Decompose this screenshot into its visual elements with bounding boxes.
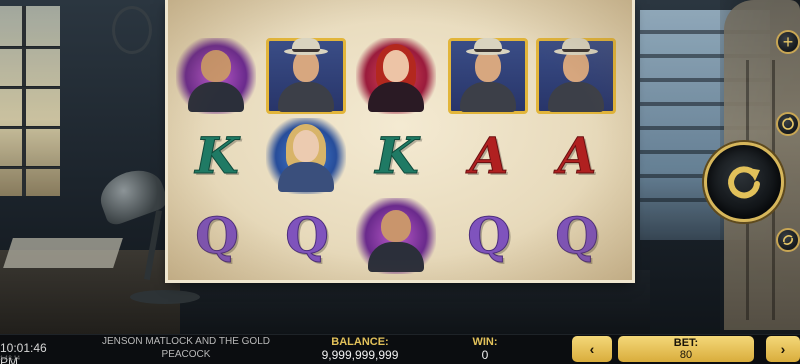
game-title: JENSON MATLOCK AND THE GOLD PEACOCK: [102, 336, 270, 360]
redhead-portrait: [354, 36, 438, 116]
autoplay-icon: [782, 117, 794, 130]
bet-display: BET: 80: [618, 336, 754, 362]
version-label: 1.18.14: [0, 356, 21, 362]
autoplay-button[interactable]: [776, 112, 800, 136]
symbol-letter-q: Q: [467, 206, 512, 265]
villain-portrait: [354, 196, 438, 276]
symbol-letter-q: Q: [555, 206, 600, 265]
symbol-letter-q: Q: [285, 206, 330, 265]
win-value: 0: [481, 348, 489, 362]
symbol-letter-a: A: [469, 126, 509, 185]
reel-symbol-villain: [352, 194, 440, 278]
plus-button[interactable]: +: [776, 30, 800, 54]
reel-symbol-a: A: [532, 114, 620, 198]
office-window: [0, 6, 60, 196]
bet-decrease-button[interactable]: ‹: [572, 336, 612, 362]
villain-portrait: [174, 36, 258, 116]
bet-label: BET:: [673, 337, 699, 349]
turbo-button[interactable]: [776, 228, 800, 252]
reel-symbol-a: A: [444, 114, 532, 198]
reel-symbol-villain: [172, 34, 260, 118]
blonde-portrait: [264, 116, 348, 196]
spin-arrow-icon: [728, 166, 760, 199]
reel-symbol-detective: [532, 34, 620, 118]
spin-button[interactable]: [704, 142, 784, 222]
symbol-letter-a: A: [557, 126, 597, 185]
symbol-letter-k: K: [375, 126, 420, 185]
reel-symbol-detective: [444, 34, 532, 118]
balance-value: 9,999,999,999: [321, 348, 399, 362]
symbol-letter-q: Q: [195, 206, 240, 265]
papers: [3, 238, 123, 268]
detective-portrait: [264, 36, 348, 116]
bet-increase-button[interactable]: ›: [766, 336, 800, 362]
win-display: WIN: 0: [460, 336, 510, 362]
reel-symbol-q: Q: [444, 194, 532, 278]
reel-symbol-q: Q: [172, 194, 260, 278]
bet-value: 80: [679, 349, 693, 361]
reel-symbol-detective: [262, 34, 350, 118]
reel-symbol-k: K: [352, 114, 440, 198]
reel-symbol-blonde: [262, 114, 350, 198]
desk-fan: [112, 6, 152, 54]
reel-symbol-q: Q: [262, 194, 350, 278]
reel-symbol-q: Q: [532, 194, 620, 278]
symbol-letter-k: K: [195, 126, 240, 185]
plus-icon: +: [782, 31, 794, 52]
reel-symbol-redhead: [352, 34, 440, 118]
balance-display: BALANCE: 9,999,999,999: [310, 336, 410, 362]
detective-portrait: [534, 36, 618, 116]
turbo-icon: [783, 235, 793, 245]
reel-symbol-k: K: [172, 114, 260, 198]
reel-grid: KKAAQQQQ: [168, 0, 632, 280]
detective-portrait: [446, 36, 530, 116]
